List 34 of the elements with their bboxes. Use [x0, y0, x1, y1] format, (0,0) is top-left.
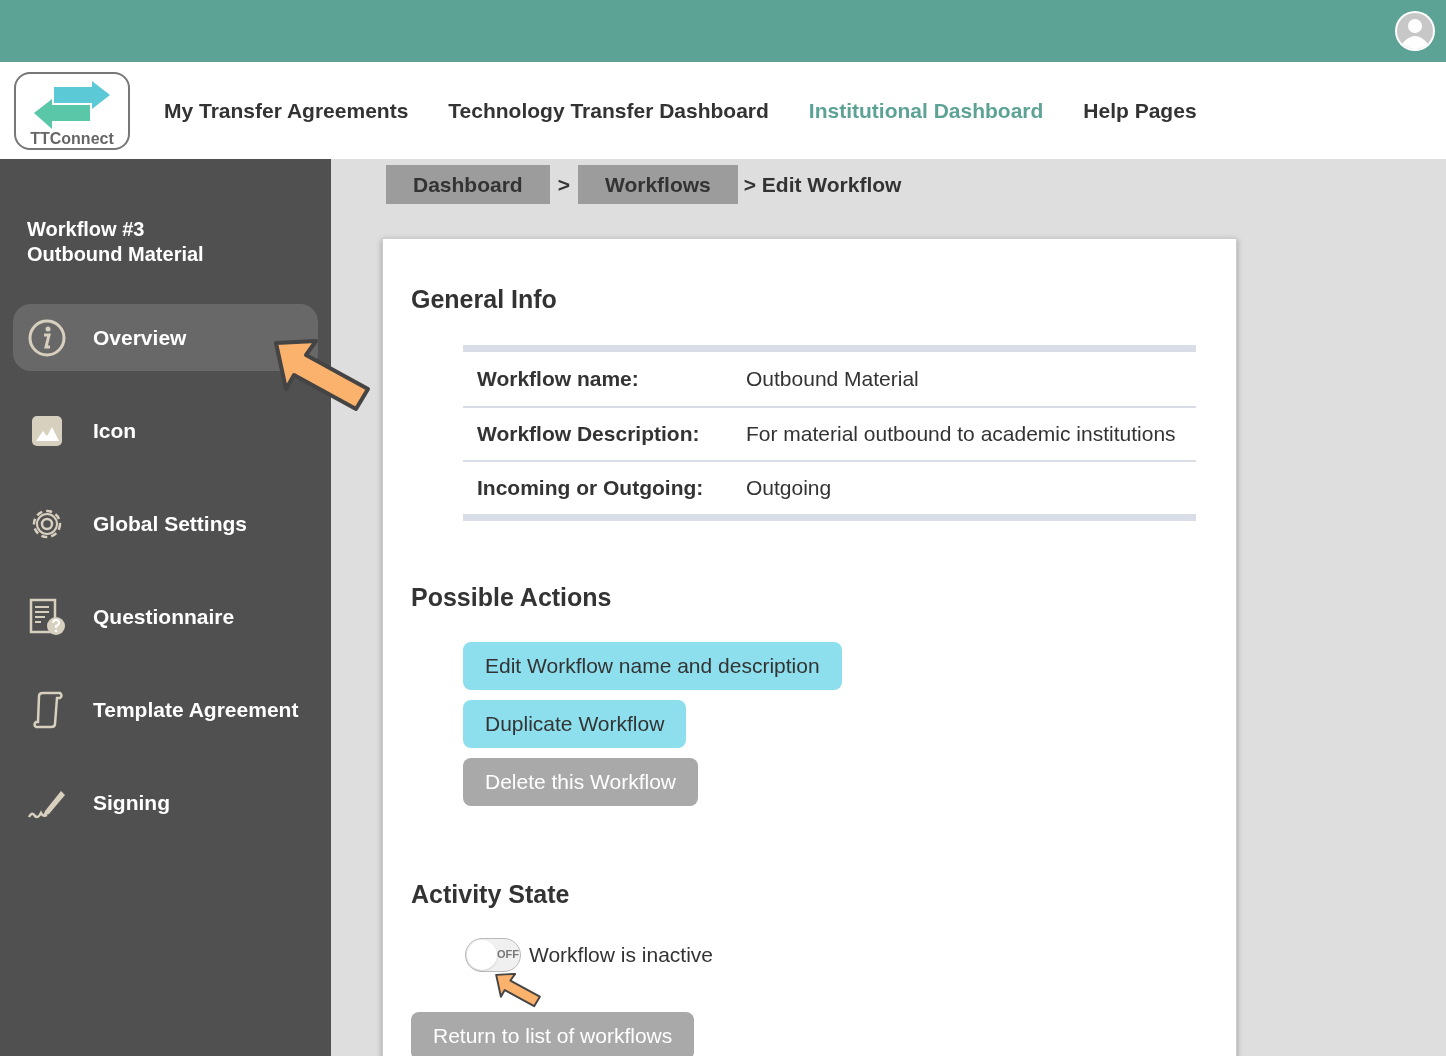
user-avatar-icon[interactable]: [1394, 10, 1436, 52]
sidebar-title: Workflow #3: [27, 217, 146, 242]
nav-link[interactable]: Technology Transfer Dashboard: [448, 94, 769, 127]
info-value: Outbound Material: [746, 365, 919, 392]
toggle-label: Workflow is inactive: [529, 941, 713, 968]
section-heading: Possible Actions: [411, 581, 613, 613]
action-button[interactable]: Edit Workflow name and description: [463, 642, 842, 690]
sidebar-item[interactable]: Template Agreement: [13, 676, 318, 743]
info-value: Outgoing: [746, 474, 832, 501]
breadcrumb-link[interactable]: Dashboard: [386, 165, 550, 204]
sidebar-item[interactable]: Global Settings: [13, 490, 318, 557]
sidebar-item[interactable]: Questionnaire: [13, 583, 318, 650]
info-value: For material outbound to academic institutions: [746, 420, 1176, 447]
breadcrumb-link[interactable]: Workflows: [577, 165, 738, 204]
logo-text: TTConnect: [30, 130, 114, 147]
sidebar-item[interactable]: Icon: [13, 397, 318, 464]
section-heading: General Info: [411, 284, 558, 315]
sidebar-subtitle: Outbound Material: [27, 242, 205, 267]
action-button[interactable]: Duplicate Workflow: [463, 700, 687, 748]
info-icon: [27, 317, 67, 358]
nav-link[interactable]: Help Pages: [1083, 94, 1197, 127]
breadcrumb-current: > Edit Workflow: [743, 171, 902, 198]
info-label: Workflow Description:: [477, 420, 701, 447]
document-question-icon: [27, 596, 67, 637]
section-heading: Activity State: [411, 879, 571, 910]
exchange-arrows-icon: [32, 80, 112, 131]
info-label: Workflow name:: [477, 365, 640, 392]
ttconnect-logo[interactable]: TTConnect: [14, 71, 130, 150]
nav-link[interactable]: My Transfer Agreements: [164, 94, 409, 127]
toggle-switch[interactable]: OFF: [465, 937, 521, 972]
sidebar-item[interactable]: Overview: [13, 304, 318, 371]
breadcrumb-separator: >: [557, 171, 570, 198]
info-label: Incoming or Outgoing:: [477, 474, 705, 501]
sidebar-item[interactable]: Signing: [13, 769, 318, 836]
